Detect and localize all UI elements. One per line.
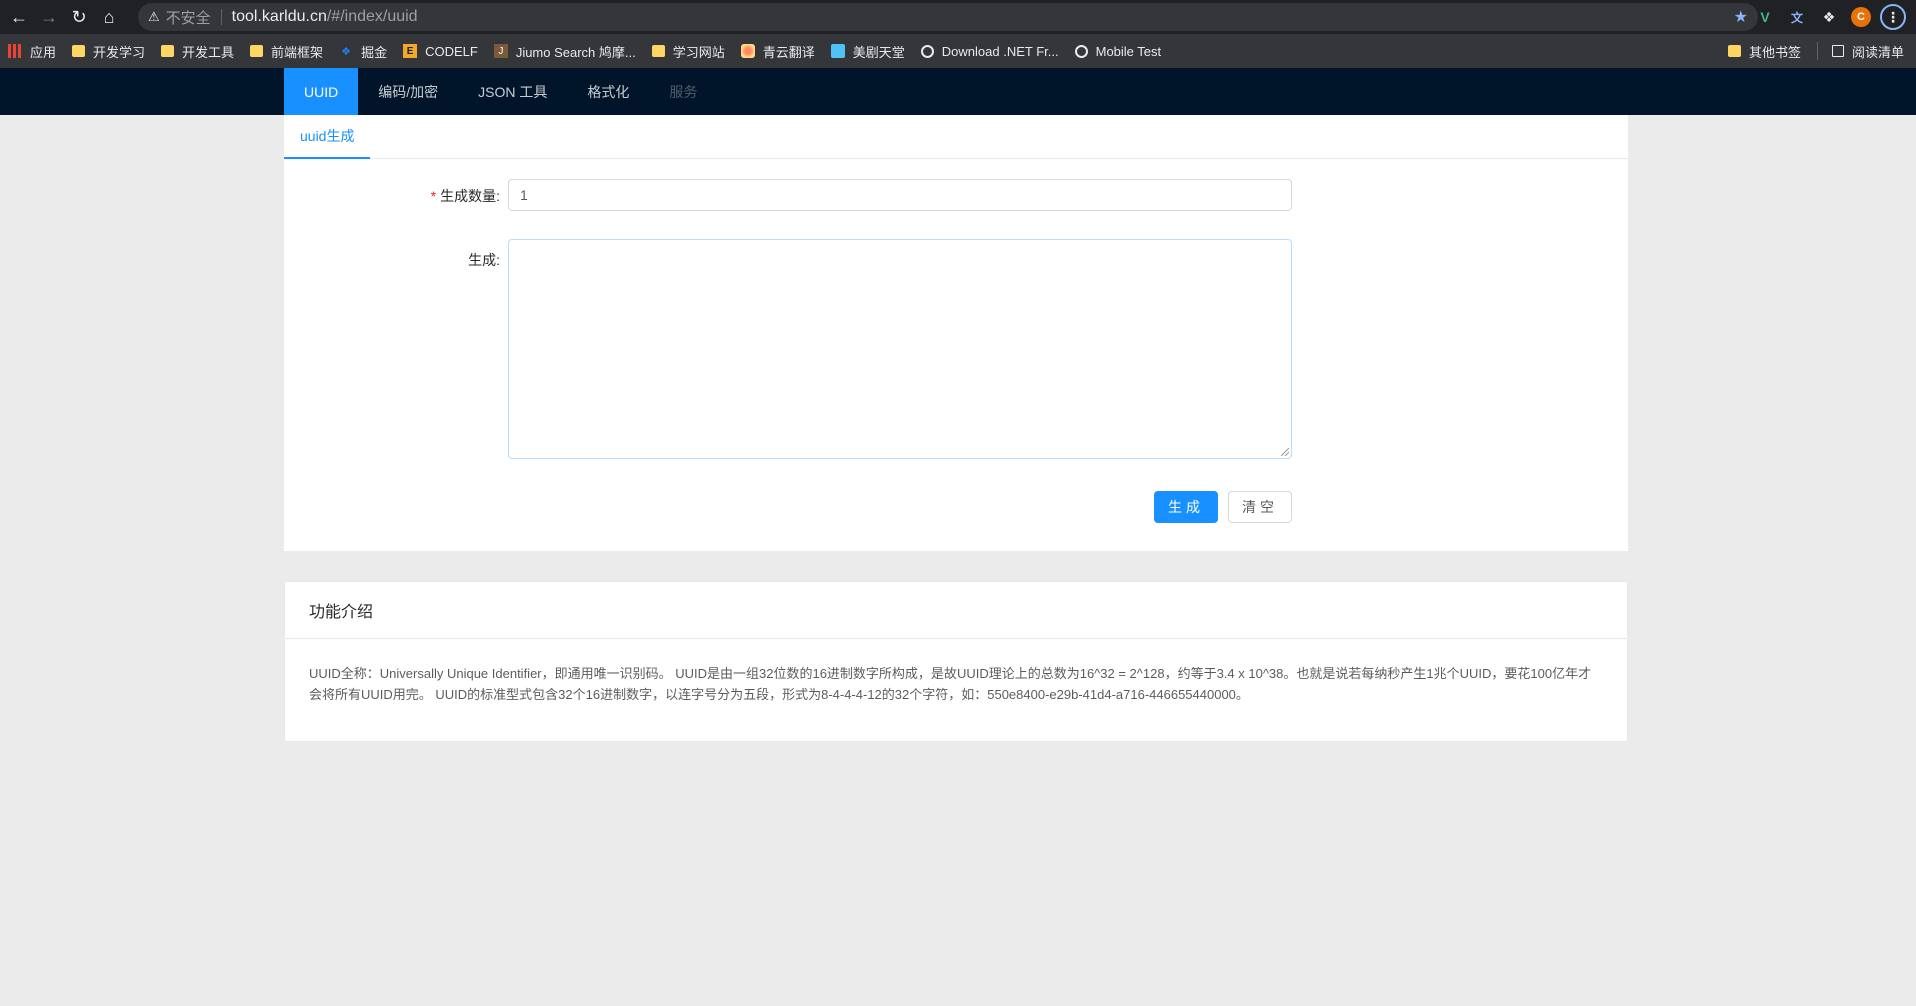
bookmarks-right: 其他书签 阅读清单 [1727,34,1904,68]
menu-item-encode[interactable]: 编码/加密 [358,68,458,115]
bookmark-label: Download .NET Fr... [941,43,1059,59]
extensions-puzzle-icon[interactable]: ❖ [1816,4,1842,30]
top-menu: UUID 编码/加密 JSON 工具 格式化 服务 [284,68,717,115]
tab-uuid-generate[interactable]: uuid生成 [284,115,371,159]
bookmark-label: 学习网站 [672,44,725,60]
forward-icon[interactable]: → [34,2,64,32]
browser-toolbar: ← → ↻ ⌂ ⚠ 不安全 tool.karldu.cn /#/index/uu… [0,0,1916,34]
bookmark-label: 开发工具 [182,44,235,60]
bookmark-label: 开发学习 [93,44,146,60]
count-label: 生成数量 [440,188,497,204]
url-host: tool.karldu.cn [231,8,327,25]
menu-item-service: 服务 [669,83,698,100]
app-header: UUID 编码/加密 JSON 工具 格式化 服务 [0,68,1916,115]
reading-list-icon [1831,45,1844,57]
bookmark-label: Mobile Test [1095,43,1162,59]
reload-icon[interactable]: ↻ [64,2,94,32]
info-text: UUID全称：Universally Unique Identifier，即通用… [309,666,1592,702]
warning-icon: ⚠ [148,9,160,24]
folder-icon [161,45,175,57]
count-label-wrap: * 生成数量: [430,188,500,204]
jiumo-icon: J [493,44,508,58]
uuid-card: uuid生成 * 生成数量: 1 生成: 生成 清空 [284,115,1628,551]
bookmark-star-icon[interactable]: ★ [1734,7,1748,27]
globe-icon [920,44,934,58]
bookmark-label: 青云翻译 [762,44,815,60]
generate-button[interactable]: 生成 [1154,491,1218,523]
avatar-letter: C [1851,7,1871,27]
bookmark-jiumo[interactable]: J Jiumo Search 鸠摩... [493,42,636,61]
output-textarea[interactable] [508,239,1292,459]
apps-icon [8,44,22,58]
bookmark-qingyun[interactable]: 青云翻译 [740,42,815,61]
url-path: /#/index/uuid [326,8,418,25]
bookmark-label: Jiumo Search 鸠摩... [515,44,636,60]
bookmark-juejin[interactable]: ❖ 掘金 [339,42,387,61]
bookmarks-bar: 应用 开发学习 开发工具 前端框架 ❖ 掘金 E CODELF J Jiumo Sea… [0,34,1916,68]
count-value: 1 [520,187,528,203]
qingyun-icon [740,44,755,58]
folder-icon [72,45,86,57]
info-card: 功能介绍 UUID全称：Universally Unique Identifie… [284,581,1628,742]
bookmark-mobile-test[interactable]: Mobile Test [1074,43,1162,59]
bookmark-label: 美剧天堂 [852,44,905,60]
folder-icon [651,45,665,57]
juejin-icon: ❖ [341,45,351,58]
bookmark-folder-dev-learning[interactable]: 开发学习 [72,42,145,61]
home-icon[interactable]: ⌂ [94,2,124,32]
other-bookmarks-label: 其他书签 [1748,44,1801,60]
bookmark-folder-frontend[interactable]: 前端框架 [250,42,323,61]
output-label-wrap: 生成: [468,252,500,268]
vue-devtools-icon[interactable]: V [1752,4,1778,30]
bookmark-label: 掘金 [361,44,388,60]
bookmark-apps[interactable]: 应用 [8,42,56,61]
bookmark-folder-learning-sites[interactable]: 学习网站 [651,42,725,61]
menu-item-json[interactable]: JSON 工具 [458,68,567,115]
address-bar[interactable]: ⚠ 不安全 tool.karldu.cn /#/index/uuid ★ [138,3,1758,31]
bookmark-other[interactable]: 其他书签 [1727,42,1801,61]
bookmark-dotnet[interactable]: Download .NET Fr... [920,43,1059,59]
globe-icon [1074,44,1088,58]
clear-button[interactable]: 清空 [1228,491,1292,523]
insecure-label: 不安全 [165,9,211,27]
bookmark-codelf[interactable]: E CODELF [403,44,478,59]
back-icon[interactable]: ← [4,2,34,32]
resize-handle-icon[interactable] [1281,448,1289,456]
bookmark-label: 前端框架 [271,44,324,60]
reading-list[interactable]: 阅读清单 [1831,42,1904,61]
translate-icon[interactable]: 文 [1784,4,1810,30]
folder-icon [1727,45,1741,57]
count-input[interactable]: 1 [508,179,1292,211]
address-divider [220,9,222,25]
bookmarks-divider [1816,42,1818,60]
more-menu-icon[interactable]: ⋮ [1880,4,1906,30]
bookmark-label: 应用 [30,44,57,60]
output-label: 生成 [468,252,497,268]
codelf-icon: E [403,44,418,58]
reading-list-label: 阅读清单 [1851,44,1904,60]
meiju-icon [830,44,845,58]
required-mark: * [430,188,437,204]
info-title: 功能介绍 [285,582,1627,639]
extensions-area: V 文 ❖ C ⋮ [1752,4,1906,30]
bookmark-folder-dev-tools[interactable]: 开发工具 [161,42,234,61]
menu-item-format[interactable]: 格式化 [567,68,649,115]
menu-item-uuid[interactable]: UUID [284,68,359,115]
bookmark-meiju[interactable]: 美剧天堂 [830,42,905,61]
tab-bar: uuid生成 [284,115,1628,159]
bookmark-label: CODELF [425,43,478,59]
folder-icon [250,45,264,57]
profile-avatar[interactable]: C [1848,4,1874,30]
